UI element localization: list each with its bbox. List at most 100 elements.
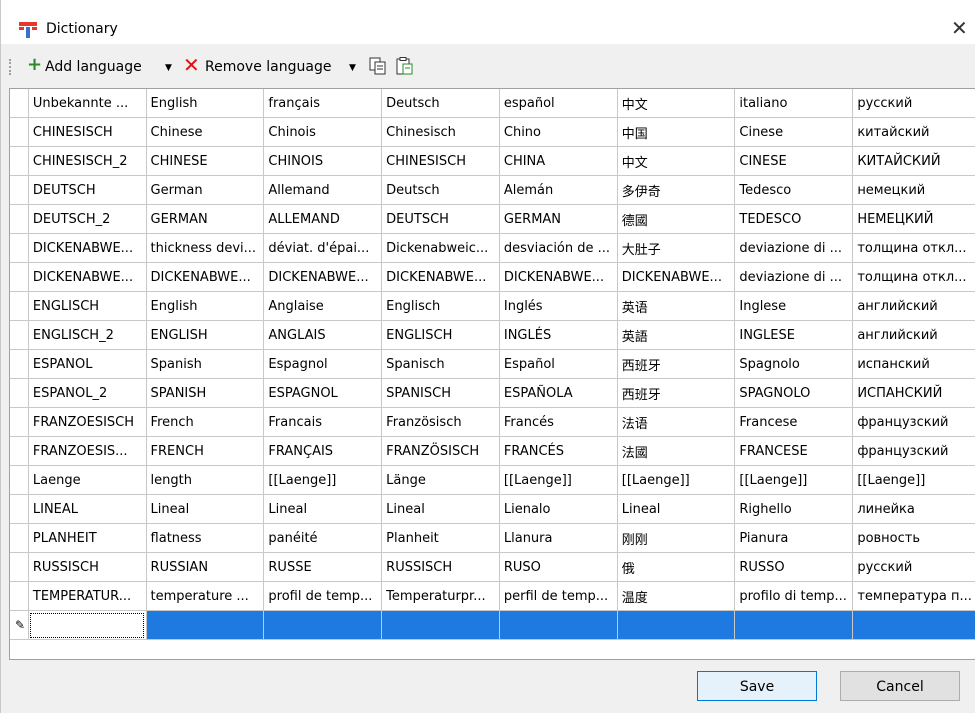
toolbar-grip[interactable] [9, 59, 13, 75]
table-cell[interactable]: толщина откл... [852, 233, 975, 263]
row-header[interactable] [10, 320, 29, 350]
table-cell[interactable]: PLANHEIT [28, 523, 147, 553]
row-header[interactable] [10, 291, 29, 321]
table-row[interactable]: CHINESISCH_2 CHINESE CHINOIS CHINESISCH CHIN… [10, 146, 975, 176]
close-icon[interactable]: ✕ [951, 16, 968, 40]
table-cell[interactable]: [[Laenge]] [734, 465, 854, 495]
row-header[interactable] [10, 117, 29, 147]
table-cell[interactable]: 西班牙 [617, 378, 736, 408]
table-cell[interactable]: profilo di temp... [734, 581, 854, 611]
table-cell[interactable]: Lineal [263, 494, 383, 524]
table-cell[interactable]: ровность [852, 523, 975, 553]
table-cell[interactable]: Español [499, 349, 618, 379]
table-cell[interactable] [734, 610, 854, 640]
table-cell[interactable]: 中文 [617, 89, 736, 118]
table-cell[interactable]: [[Laenge]] [617, 465, 736, 495]
table-cell[interactable]: CINESE [734, 146, 854, 176]
dictionary-grid[interactable]: Unbekannte ... English français Deutsch espa… [9, 88, 975, 660]
table-row[interactable]: ESPANOL Spanish Espagnol Spanisch Español 西班牙… [10, 349, 975, 379]
table-cell[interactable]: DICKENABWE... [28, 262, 147, 292]
save-button[interactable]: Save [697, 671, 817, 701]
table-cell[interactable]: thickness devi... [146, 233, 265, 263]
table-cell[interactable]: Lineal [146, 494, 265, 524]
table-cell[interactable]: RUSSE [263, 552, 383, 582]
table-cell[interactable]: italiano [734, 89, 854, 118]
table-cell[interactable]: deviazione di ... [734, 233, 854, 263]
table-cell[interactable]: ESPAGNOL [263, 378, 383, 408]
table-cell[interactable]: Francés [499, 407, 618, 437]
table-cell[interactable]: déviat. d'épai... [263, 233, 383, 263]
table-cell[interactable]: FRENCH [146, 436, 265, 466]
table-cell[interactable]: Alemán [499, 175, 618, 205]
table-cell[interactable]: French [146, 407, 265, 437]
table-cell[interactable]: DICKENABWE... [617, 262, 736, 292]
table-cell[interactable]: 英語 [617, 320, 736, 350]
table-cell[interactable] [263, 610, 383, 640]
table-row[interactable]: DEUTSCH German Allemand Deutsch Alemán 多伊奇 Ted… [10, 175, 975, 205]
table-cell[interactable]: Lineal [381, 494, 500, 524]
table-cell[interactable]: Planheit [381, 523, 500, 553]
table-row[interactable]: FRANZOESISCH French Francais Französisch Fra… [10, 407, 975, 437]
add-language-dropdown-icon[interactable]: ▼ [165, 63, 172, 73]
row-header[interactable] [10, 378, 29, 408]
table-cell[interactable]: CHINESISCH [28, 117, 147, 147]
row-header[interactable] [10, 523, 29, 553]
table-row[interactable]: DICKENABWE... DICKENABWE... DICKENABWE... D… [10, 262, 975, 292]
table-cell[interactable]: толщина откл... [852, 262, 975, 292]
table-cell[interactable]: RUSSO [734, 552, 854, 582]
table-cell[interactable]: Llanura [499, 523, 618, 553]
table-row[interactable]: LINEAL Lineal Lineal Lineal Lienalo Lineal Rig… [10, 494, 975, 524]
table-cell[interactable]: Spanish [146, 349, 265, 379]
table-cell[interactable]: INGLÉS [499, 320, 618, 350]
remove-language-button[interactable]: Remove language [205, 59, 331, 75]
table-cell[interactable]: Anglaise [263, 291, 383, 321]
table-cell[interactable]: Spagnolo [734, 349, 854, 379]
table-cell[interactable]: DICKENABWE... [263, 262, 383, 292]
table-cell[interactable]: немецкий [852, 175, 975, 205]
table-cell[interactable]: НЕМЕЦКИЙ [852, 204, 975, 234]
table-cell[interactable]: DEUTSCH [28, 175, 147, 205]
table-cell[interactable]: CHINESISCH [381, 146, 500, 176]
table-cell[interactable]: flatness [146, 523, 265, 553]
table-cell[interactable]: Länge [381, 465, 500, 495]
table-row[interactable]: CHINESISCH Chinese Chinois Chinesisch Chino 中… [10, 117, 975, 147]
table-cell[interactable]: 刚刚 [617, 523, 736, 553]
table-cell[interactable]: TEDESCO [734, 204, 854, 234]
table-cell[interactable]: ИСПАНСКИЙ [852, 378, 975, 408]
new-row[interactable]: ✎ [10, 610, 975, 640]
table-cell[interactable]: Francais [263, 407, 383, 437]
row-header[interactable]: ✎ [10, 610, 29, 640]
table-cell[interactable]: 大肚子 [617, 233, 736, 263]
table-cell[interactable] [146, 610, 265, 640]
table-cell[interactable]: TEMPERATUR... [28, 581, 147, 611]
table-cell[interactable]: desviación de ... [499, 233, 618, 263]
table-cell[interactable]: температура п... [852, 581, 975, 611]
table-row[interactable]: ESPANOL_2 SPANISH ESPAGNOL SPANISCH ESPAÑOLA… [10, 378, 975, 408]
table-cell[interactable]: [[Laenge]] [852, 465, 975, 495]
table-cell[interactable]: ANGLAIS [263, 320, 383, 350]
table-cell[interactable]: ENGLISCH [28, 291, 147, 321]
table-cell[interactable]: Englisch [381, 291, 500, 321]
table-cell[interactable]: SPANISCH [381, 378, 500, 408]
table-cell[interactable]: FRANÇAIS [263, 436, 383, 466]
table-cell[interactable]: length [146, 465, 265, 495]
table-cell[interactable]: Unbekannte ... [28, 89, 147, 118]
table-cell[interactable]: Chinese [146, 117, 265, 147]
table-cell[interactable]: FRANZOESIS... [28, 436, 147, 466]
table-cell[interactable]: Spanisch [381, 349, 500, 379]
table-cell[interactable]: испанский [852, 349, 975, 379]
table-cell[interactable]: RUSO [499, 552, 618, 582]
table-cell[interactable]: 法國 [617, 436, 736, 466]
row-header[interactable] [10, 436, 29, 466]
table-cell[interactable]: CHINESISCH_2 [28, 146, 147, 176]
table-cell[interactable]: 温度 [617, 581, 736, 611]
row-header[interactable] [10, 494, 29, 524]
table-cell[interactable]: французский [852, 407, 975, 437]
table-cell[interactable]: ALLEMAND [263, 204, 383, 234]
table-cell[interactable] [381, 610, 500, 640]
table-cell[interactable]: deviazione di ... [734, 262, 854, 292]
table-cell[interactable]: Laenge [28, 465, 147, 495]
new-entry-input[interactable] [28, 610, 147, 640]
table-cell[interactable]: Allemand [263, 175, 383, 205]
table-cell[interactable]: Chino [499, 117, 618, 147]
